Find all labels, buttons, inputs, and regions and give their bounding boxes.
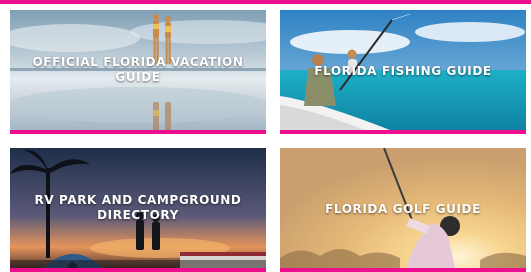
guide-card-rv-park[interactable]: RV PARK AND CAMPGROUND DIRECTORY — [10, 148, 266, 272]
guide-title: FLORIDA GOLF GUIDE — [325, 202, 481, 216]
card-accent-bar — [10, 130, 266, 134]
card-accent-bar — [280, 268, 526, 272]
top-accent-bar — [0, 0, 531, 4]
guide-title: OFFICIAL FLORIDA VACATION GUIDE — [32, 55, 244, 84]
guide-card-vacation[interactable]: OFFICIAL FLORIDA VACATION GUIDE — [10, 10, 266, 134]
card-accent-bar — [10, 268, 266, 272]
guide-title: FLORIDA FISHING GUIDE — [314, 64, 492, 78]
guide-card-golf[interactable]: FLORIDA GOLF GUIDE — [280, 148, 526, 272]
card-accent-bar — [280, 130, 526, 134]
guide-card-fishing[interactable]: FLORIDA FISHING GUIDE — [280, 10, 526, 134]
guide-title: RV PARK AND CAMPGROUND DIRECTORY — [34, 193, 242, 222]
